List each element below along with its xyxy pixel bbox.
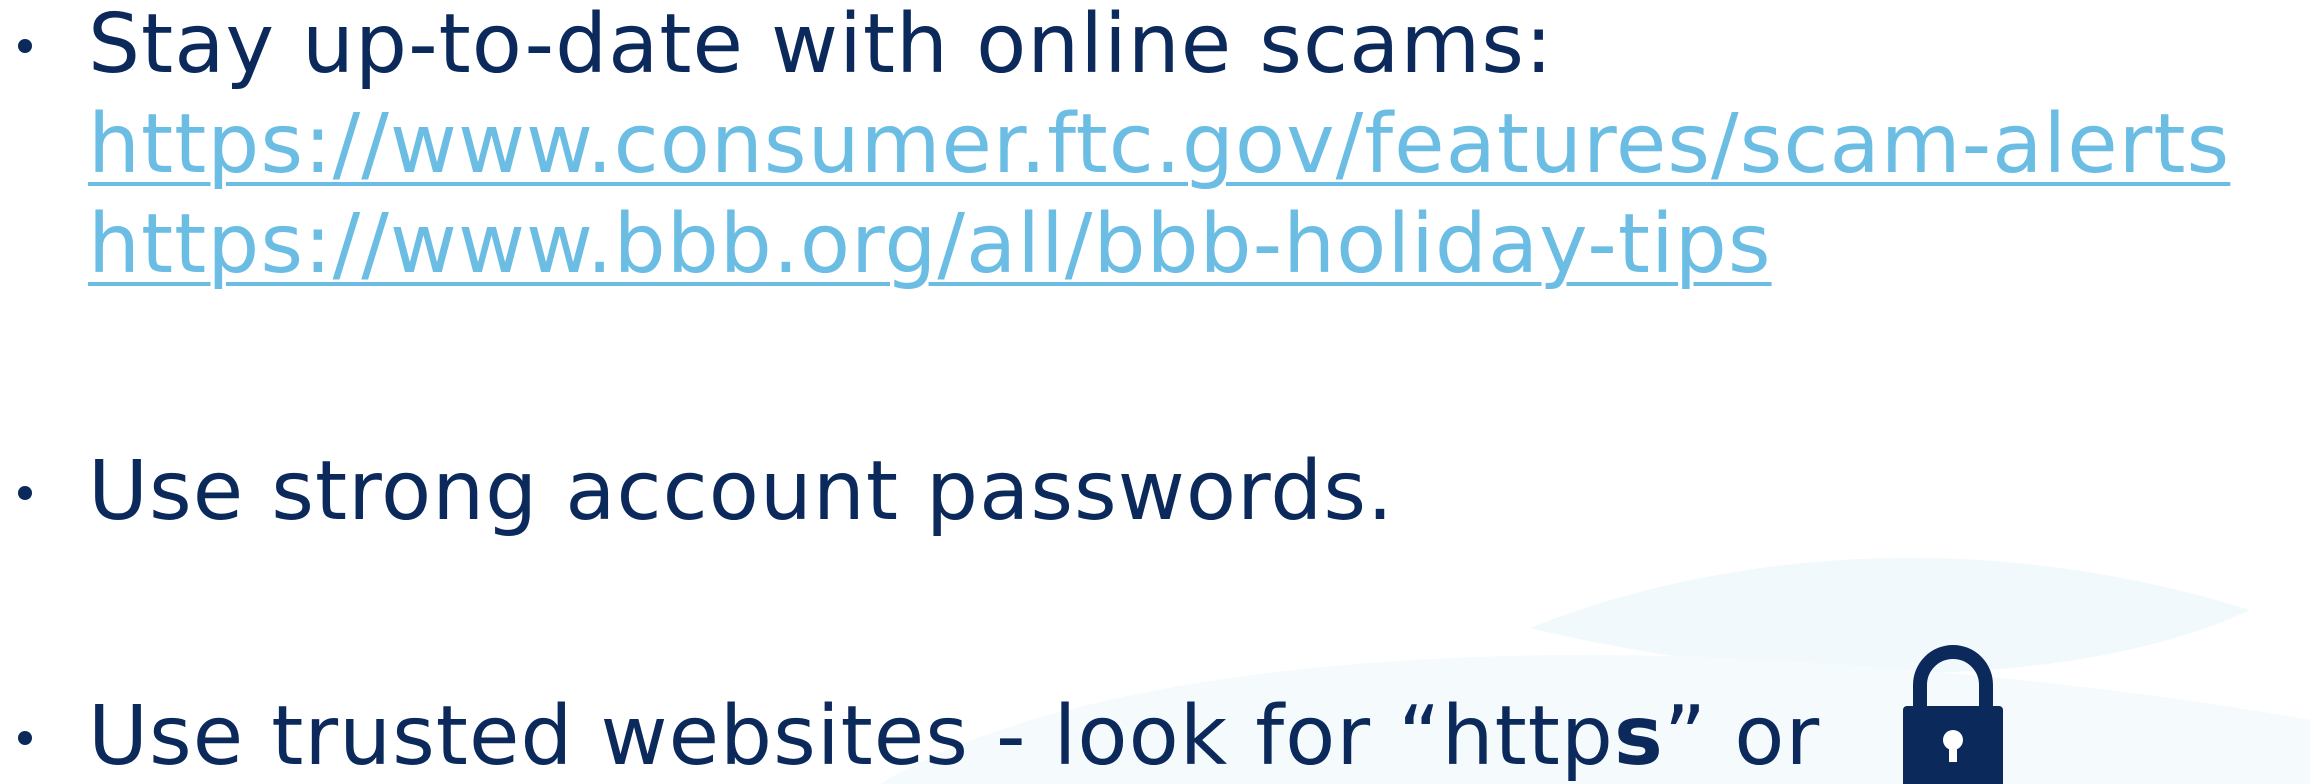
lock-icon <box>1903 645 2003 784</box>
websites-text-bold: s <box>1613 689 1664 784</box>
bullet-websites-text: Use trusted websites - look for “https” … <box>88 687 1820 784</box>
bullet-dot <box>18 731 32 745</box>
bullet-dot <box>18 486 32 500</box>
bullet-passwords-text: Use strong account passwords. <box>88 444 1395 539</box>
link-bbb-holiday-tips[interactable]: https://www.bbb.org/all/bbb-holiday-tips <box>88 195 1772 295</box>
websites-text-before: Use trusted websites - look for “http <box>88 689 1614 784</box>
bullet-scams-text: Stay up-to-date with online scams: <box>88 0 1554 92</box>
lock-keyhole-slot <box>1949 744 1957 762</box>
lock-shackle <box>1913 645 1993 710</box>
slide: Stay up-to-date with online scams: https… <box>0 0 2310 784</box>
websites-text-after: ” or <box>1663 689 1821 784</box>
bullet-dot <box>18 39 32 53</box>
link-ftc-scam-alerts[interactable]: https://www.consumer.ftc.gov/features/sc… <box>88 95 2230 195</box>
